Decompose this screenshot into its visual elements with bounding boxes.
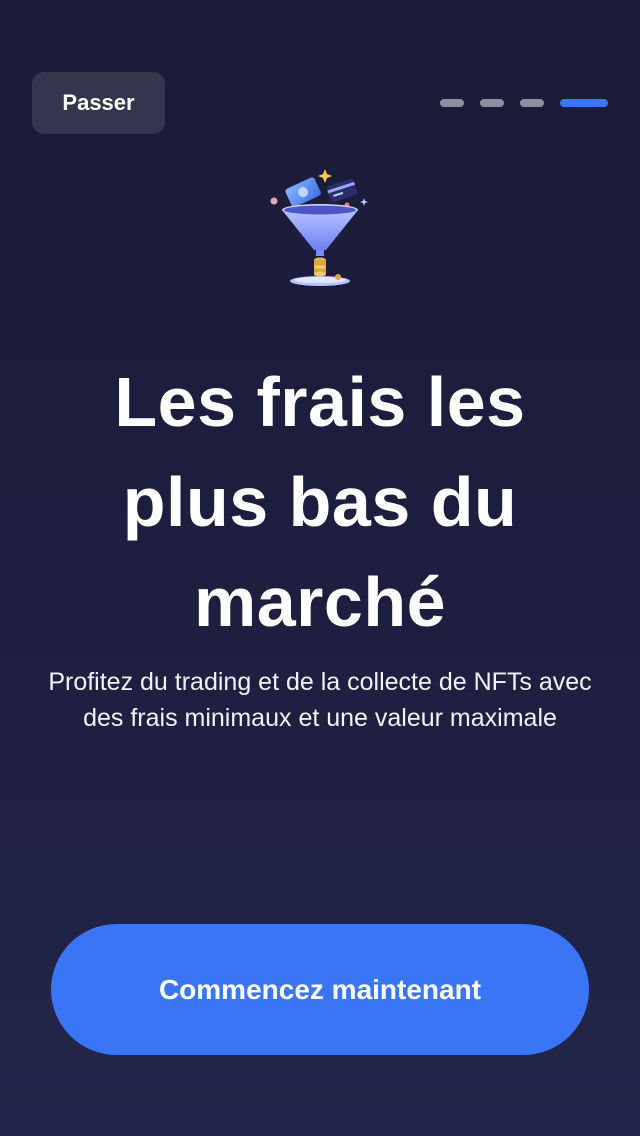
- pager-dot: [520, 99, 544, 107]
- get-started-button[interactable]: Commencez maintenant: [51, 924, 589, 1055]
- pager-dot: [440, 99, 464, 107]
- funnel-money-icon: [270, 169, 368, 286]
- onboarding-pager: [440, 99, 608, 107]
- pager-dot-active: [560, 99, 608, 107]
- page-subtitle: Profitez du trading et de la collecte de…: [48, 668, 592, 732]
- page-title: Les frais les plus bas du marché: [114, 363, 526, 641]
- skip-button[interactable]: Passer: [32, 72, 165, 134]
- pager-dot: [480, 99, 504, 107]
